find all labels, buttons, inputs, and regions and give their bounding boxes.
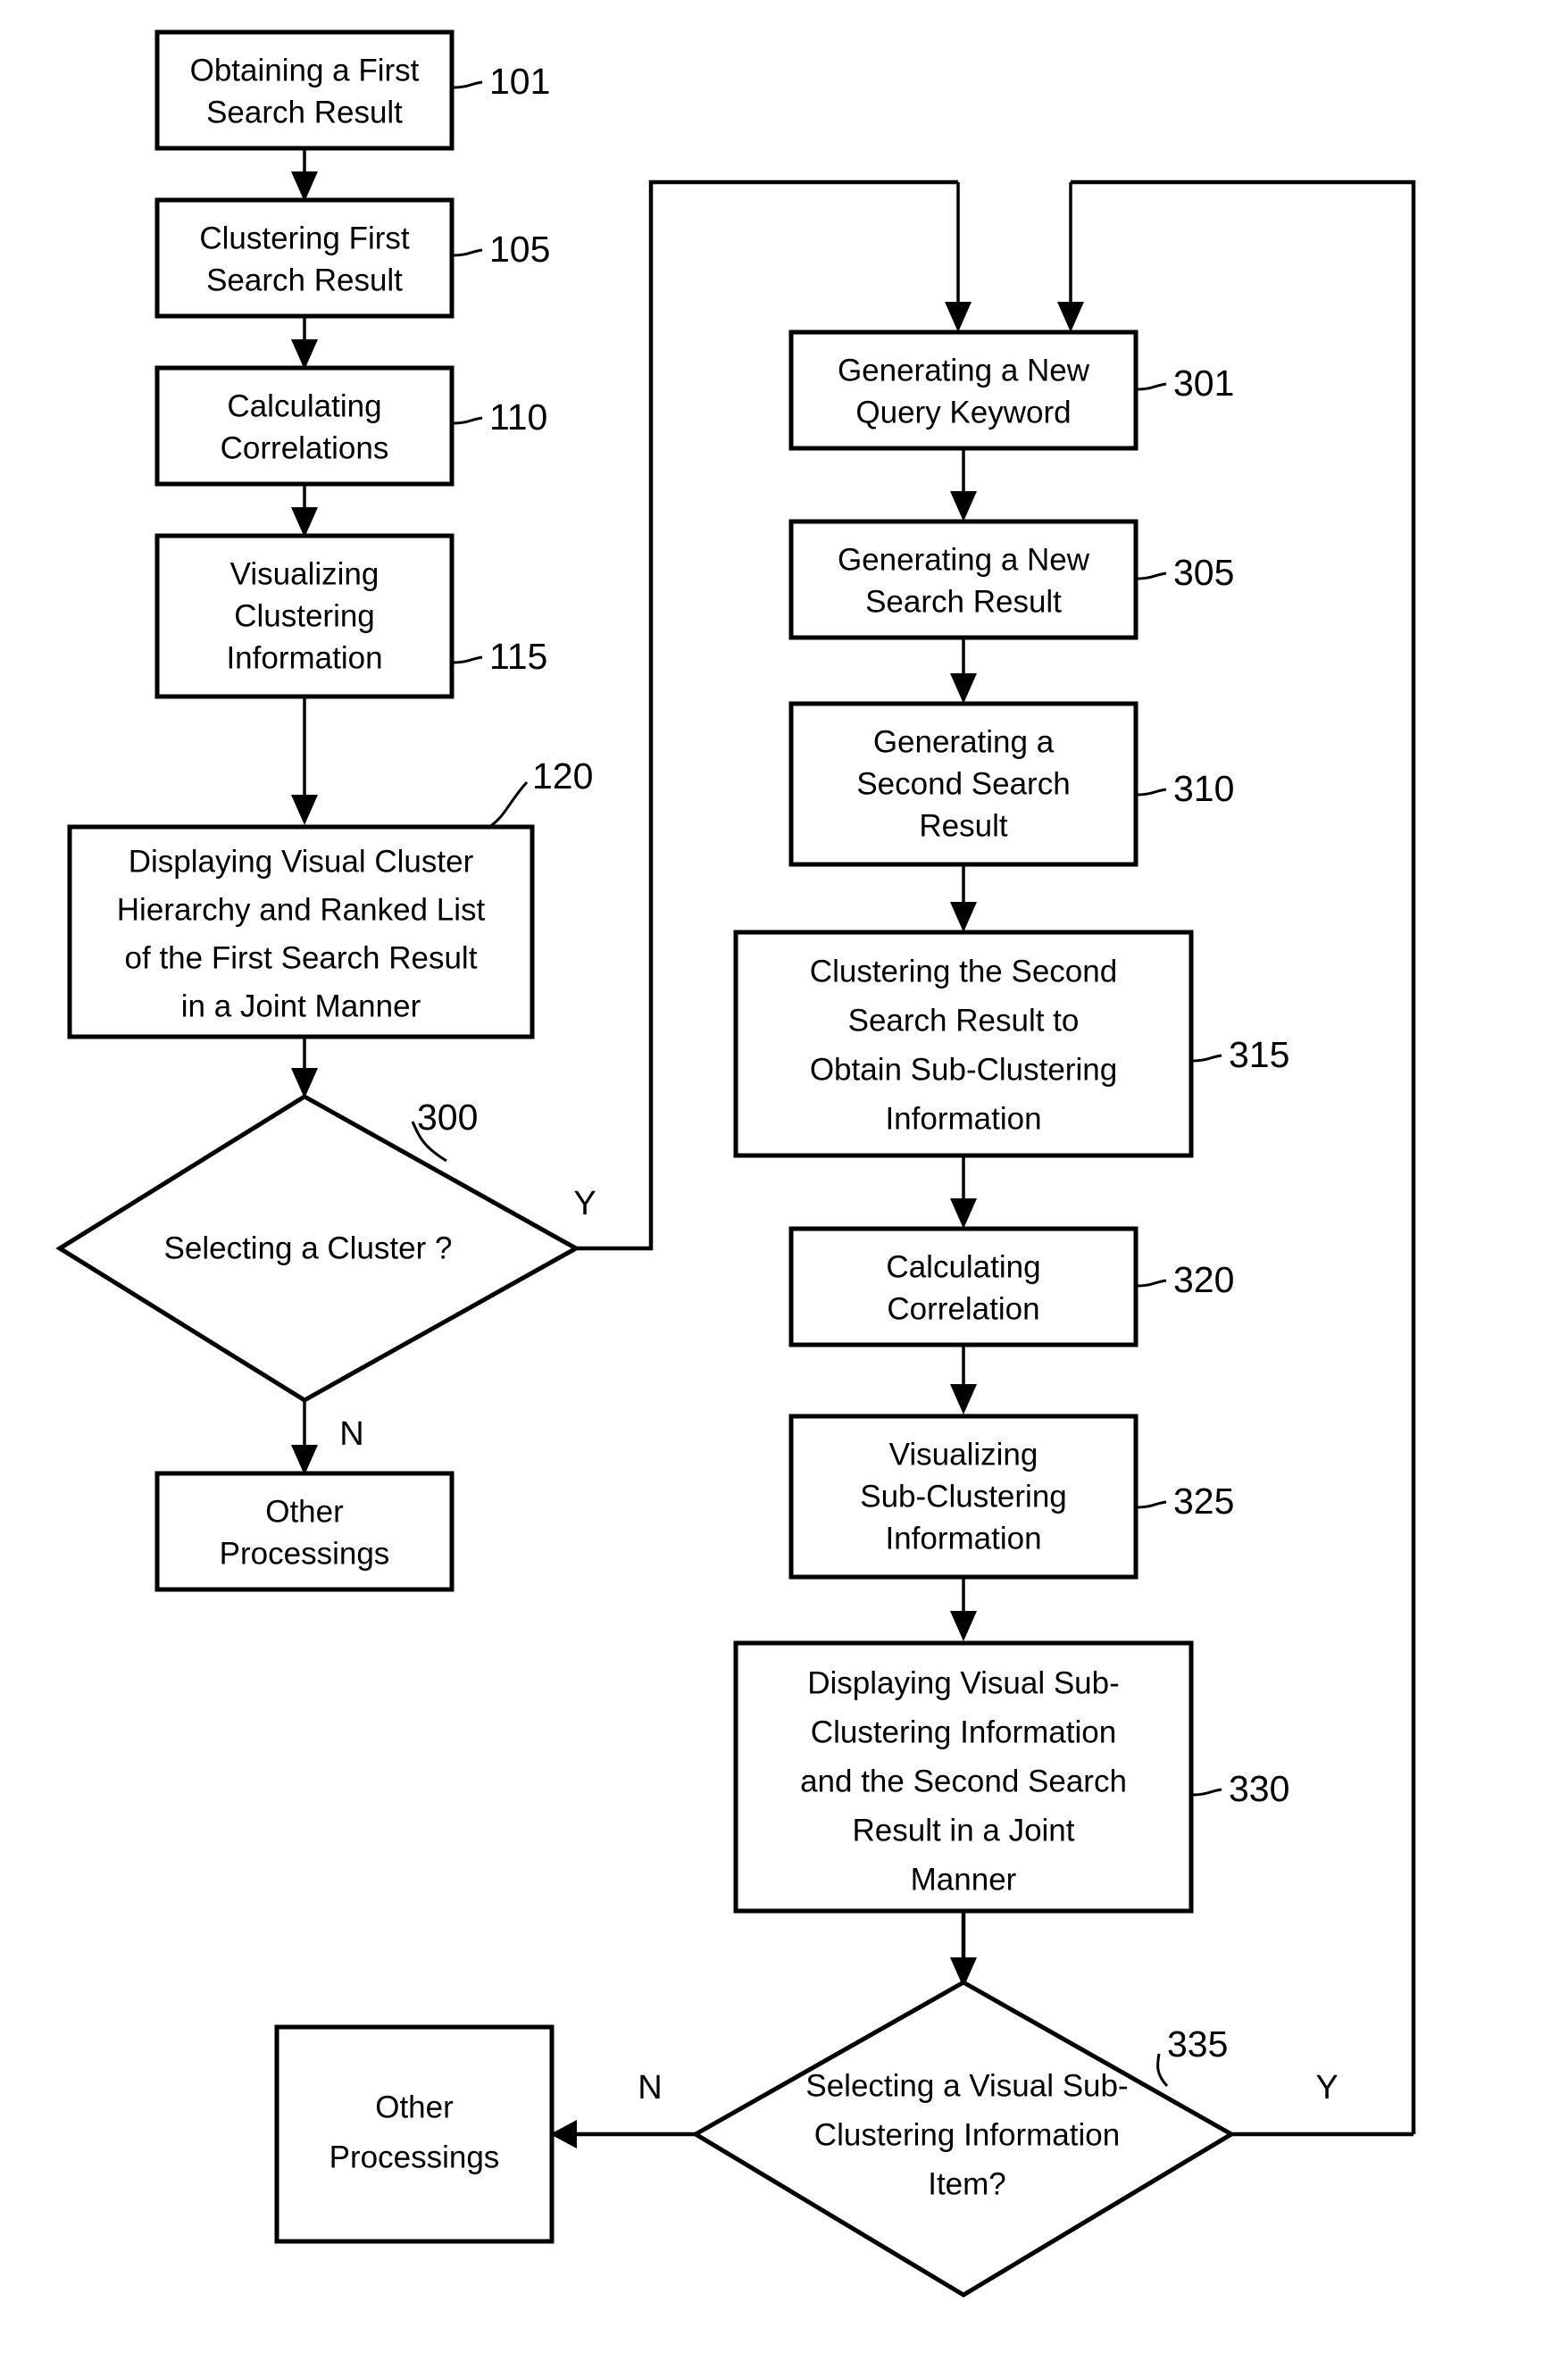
leader-335 xyxy=(1156,2053,1169,2088)
ref-315: 315 xyxy=(1229,1034,1289,1075)
node-320-line-1: Correlation xyxy=(887,1291,1039,1326)
branch-label-300-no: N xyxy=(339,1415,363,1453)
node-330-line-0: Displaying Visual Sub- xyxy=(807,1665,1120,1700)
ref-105: 105 xyxy=(489,229,550,270)
node-315: Clustering the Second Search Result to O… xyxy=(733,930,1289,1158)
node-310-line-0: Generating a xyxy=(873,724,1055,759)
node-115: Visualizing Clustering Information 115 xyxy=(154,533,547,699)
node-101-line-1: Search Result xyxy=(206,95,403,129)
ref-115: 115 xyxy=(489,636,547,677)
node-315-line-0: Clustering the Second xyxy=(810,954,1117,989)
node-305: Generating a New Search Result 305 xyxy=(788,519,1234,640)
node-310: Generating a Second Search Result 310 xyxy=(788,701,1234,867)
node-315-line-3: Information xyxy=(885,1101,1041,1136)
node-330: Displaying Visual Sub- Clustering Inform… xyxy=(733,1640,1289,1914)
leader-110 xyxy=(451,416,483,425)
node-325-line-0: Visualizing xyxy=(889,1437,1038,1472)
leader-320 xyxy=(1135,1279,1167,1288)
ref-320: 320 xyxy=(1173,1259,1234,1300)
node-120-line-3: in a Joint Manner xyxy=(181,989,421,1023)
node-115-line-2: Information xyxy=(226,640,382,675)
ref-325: 325 xyxy=(1173,1481,1234,1522)
leader-105 xyxy=(451,248,483,257)
node-110-line-1: Correlations xyxy=(221,430,389,465)
node-other-left-line-1: Processings xyxy=(220,1536,390,1571)
leader-315 xyxy=(1190,1054,1222,1063)
ref-330: 330 xyxy=(1229,1768,1289,1809)
node-105-line-1: Search Result xyxy=(206,263,403,297)
node-115-line-0: Visualizing xyxy=(230,556,379,591)
node-101-line-0: Obtaining a First xyxy=(190,53,420,88)
ref-335: 335 xyxy=(1167,2023,1228,2065)
node-120: Displaying Visual Cluster Hierarchy and … xyxy=(67,755,593,1039)
ref-110: 110 xyxy=(489,396,547,438)
node-310-line-1: Second Search xyxy=(856,766,1070,801)
ref-301: 301 xyxy=(1173,363,1234,404)
node-325-line-1: Sub-Clustering xyxy=(860,1479,1067,1514)
node-325: Visualizing Sub-Clustering Information 3… xyxy=(788,1414,1234,1580)
node-120-line-2: of the First Search Result xyxy=(125,940,478,975)
node-325-line-2: Information xyxy=(885,1521,1041,1556)
ref-310: 310 xyxy=(1173,768,1234,809)
node-301-line-1: Query Keyword xyxy=(855,395,1071,430)
node-315-line-2: Obtain Sub-Clustering xyxy=(810,1052,1117,1087)
branch-label-335-yes: Y xyxy=(1315,2069,1338,2107)
node-335-line-1: Clustering Information xyxy=(814,2117,1120,2152)
node-other-processings-bottom: Other Processings xyxy=(274,2024,555,2244)
node-110: Calculating Correlations 110 xyxy=(154,365,547,487)
leader-330 xyxy=(1190,1788,1222,1797)
branch-label-300-yes: Y xyxy=(573,1185,596,1222)
node-330-line-3: Result in a Joint xyxy=(852,1813,1074,1848)
leader-115 xyxy=(451,655,483,664)
ref-101: 101 xyxy=(489,61,550,102)
node-330-line-2: and the Second Search xyxy=(800,1764,1127,1798)
node-305-line-0: Generating a New xyxy=(838,542,1090,577)
node-301-line-0: Generating a New xyxy=(838,353,1090,388)
node-335: Selecting a Visual Sub- Clustering Infor… xyxy=(691,1980,1236,2298)
leader-101 xyxy=(451,80,483,89)
node-other-bottom-line-1: Processings xyxy=(329,2140,500,2174)
node-300: Selecting a Cluster ? 300 xyxy=(55,1094,581,1403)
branch-label-335-no: N xyxy=(638,2069,662,2107)
node-320-line-0: Calculating xyxy=(886,1249,1040,1284)
leader-301 xyxy=(1135,382,1167,391)
ref-305: 305 xyxy=(1173,552,1234,593)
node-315-line-1: Search Result to xyxy=(848,1003,1080,1038)
node-310-line-2: Result xyxy=(919,808,1007,843)
node-335-line-0: Selecting a Visual Sub- xyxy=(805,2068,1128,2103)
leader-120 xyxy=(488,780,529,829)
ref-300: 300 xyxy=(417,1097,478,1138)
node-120-line-1: Hierarchy and Ranked List xyxy=(117,892,486,927)
node-330-line-4: Manner xyxy=(911,1862,1017,1897)
node-105-line-0: Clustering First xyxy=(199,221,410,255)
leader-310 xyxy=(1135,788,1167,797)
ref-120: 120 xyxy=(532,755,593,797)
node-335-line-2: Item? xyxy=(928,2166,1006,2201)
flowchart-canvas: Obtaining a First Search Result 101 Clus… xyxy=(55,29,1416,2298)
flowchart-diagram: Obtaining a First Search Result 101 Clus… xyxy=(0,0,1568,2361)
node-other-left-line-0: Other xyxy=(265,1494,344,1529)
node-320: Calculating Correlation 320 xyxy=(788,1226,1234,1347)
node-330-line-1: Clustering Information xyxy=(811,1714,1116,1749)
node-120-line-0: Displaying Visual Cluster xyxy=(129,844,474,879)
leader-305 xyxy=(1135,571,1167,580)
node-115-line-1: Clustering xyxy=(234,598,375,633)
node-300-line-0: Selecting a Cluster ? xyxy=(164,1231,453,1265)
node-other-processings-left: Other Processings xyxy=(154,1471,455,1592)
node-other-bottom-line-0: Other xyxy=(375,2090,454,2124)
node-305-line-1: Search Result xyxy=(865,584,1062,619)
leader-325 xyxy=(1135,1500,1167,1509)
node-105: Clustering First Search Result 105 xyxy=(154,197,550,319)
node-101: Obtaining a First Search Result 101 xyxy=(154,29,550,151)
node-301: Generating a New Query Keyword 301 xyxy=(788,330,1234,451)
node-110-line-0: Calculating xyxy=(227,388,381,423)
